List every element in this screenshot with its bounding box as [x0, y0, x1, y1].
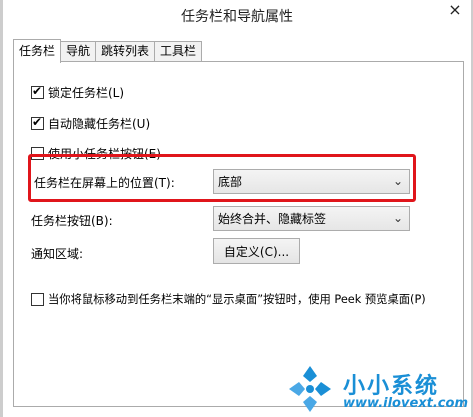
title-bar: 任务栏和导航属性 ×: [3, 0, 471, 30]
tab-bar: 任务栏 导航 跳转列表 工具栏: [13, 39, 203, 63]
lock-taskbar-checkbox[interactable]: [31, 84, 44, 99]
tab-taskbar[interactable]: 任务栏: [13, 39, 62, 63]
notification-label: 通知区域:: [31, 246, 84, 261]
buttons-label: 任务栏按钮(B):: [31, 213, 113, 228]
tab-navigation[interactable]: 导航: [60, 41, 97, 62]
position-label: 任务栏在屏幕上的位置(T):: [34, 175, 175, 190]
chevron-down-icon: ⌄: [392, 174, 403, 188]
lock-taskbar-option[interactable]: 锁定任务栏(L): [31, 83, 124, 101]
buttons-select[interactable]: 始终合并、隐藏标签 ⌄: [213, 206, 410, 231]
close-icon[interactable]: ×: [445, 0, 465, 20]
notification-row: 通知区域:: [31, 244, 83, 262]
auto-hide-label: 自动隐藏任务栏(U): [48, 116, 151, 131]
watermark: 小小系统 www.ilovext.com: [283, 360, 473, 417]
position-value: 底部: [218, 175, 243, 189]
watermark-logo-icon: [289, 366, 331, 412]
position-select[interactable]: 底部 ⌄: [213, 169, 410, 194]
tab-toolbars[interactable]: 工具栏: [154, 41, 203, 62]
small-buttons-label: 使用小任务栏按钮(E): [48, 146, 161, 161]
position-row: 任务栏在屏幕上的位置(T):: [34, 173, 175, 191]
window-title: 任务栏和导航属性: [181, 9, 293, 25]
tab-jump-lists[interactable]: 跳转列表: [95, 41, 156, 62]
small-buttons-option[interactable]: 使用小任务栏按钮(E): [31, 144, 161, 162]
peek-checkbox[interactable]: [31, 292, 44, 306]
tab-panel: [13, 61, 464, 407]
watermark-url: www.ilovext.com: [343, 396, 468, 411]
peek-option[interactable]: 当你将鼠标移动到任务栏末端的“显示桌面”按钮时，使用 Peek 预览桌面(P): [31, 290, 426, 308]
auto-hide-option[interactable]: 自动隐藏任务栏(U): [31, 114, 150, 132]
customize-button[interactable]: 自定义(C)...: [213, 238, 300, 264]
peek-label: 当你将鼠标移动到任务栏末端的“显示桌面”按钮时，使用 Peek 预览桌面(P): [48, 293, 426, 306]
properties-window: 任务栏和导航属性 × 任务栏 导航 跳转列表 工具栏 锁定任务栏(L) 自动隐藏…: [0, 0, 473, 417]
auto-hide-checkbox[interactable]: [31, 115, 44, 130]
small-buttons-checkbox[interactable]: [31, 146, 44, 160]
buttons-value: 始终合并、隐藏标签: [218, 212, 327, 226]
buttons-row: 任务栏按钮(B):: [31, 211, 113, 229]
lock-taskbar-label: 锁定任务栏(L): [48, 85, 125, 100]
chevron-down-icon: ⌄: [392, 211, 403, 225]
